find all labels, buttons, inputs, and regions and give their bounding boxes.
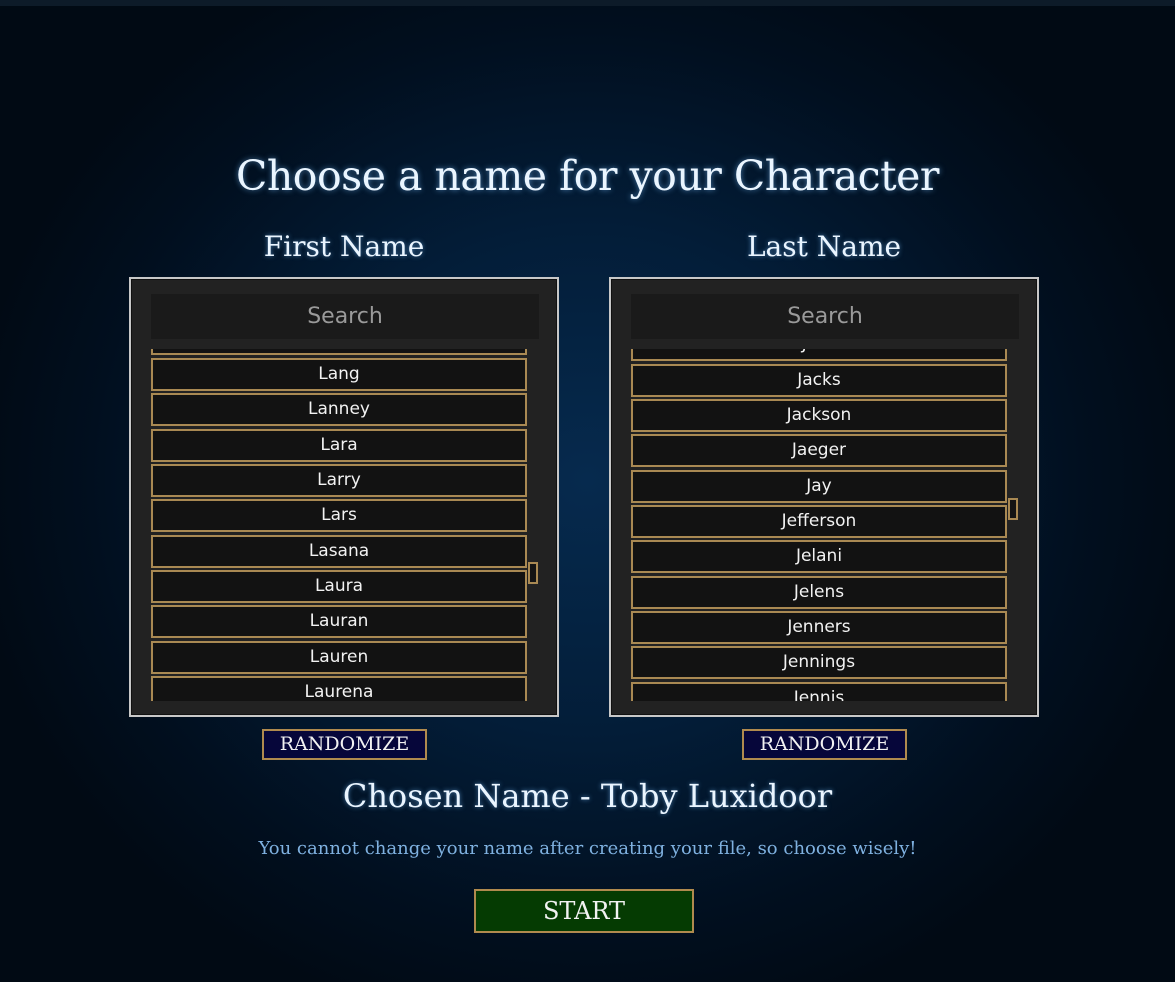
list-item[interactable]: Larry (151, 464, 527, 497)
chosen-name: Chosen Name - Toby Luxidoor (342, 777, 833, 815)
list-item[interactable]: Jenners (631, 611, 1007, 644)
first-name-panel: Lang Lanney Lara Larry Lars Lasana Laura… (129, 277, 559, 717)
last-name-list[interactable]: Jack Jacks Jackson Jaeger Jay Jefferson … (631, 349, 1007, 701)
list-item[interactable]: Jack (631, 349, 1007, 361)
list-item[interactable]: Lara (151, 429, 527, 462)
top-bar (0, 0, 1175, 6)
list-item[interactable]: Lang (151, 358, 527, 391)
list-item[interactable]: Lars (151, 499, 527, 532)
list-item[interactable]: Lauren (151, 641, 527, 674)
list-item[interactable]: Lasana (151, 535, 527, 568)
warning-text: You cannot change your name after creati… (258, 838, 917, 859)
first-name-label: First Name (263, 230, 425, 263)
list-item[interactable]: Jaeger (631, 434, 1007, 467)
list-item[interactable]: Jackson (631, 399, 1007, 432)
list-item[interactable] (151, 349, 527, 355)
first-name-scrollbar-thumb[interactable] (528, 562, 538, 584)
list-item[interactable]: Lanney (151, 393, 527, 426)
last-name-panel: Jack Jacks Jackson Jaeger Jay Jefferson … (609, 277, 1039, 717)
randomize-first-name-button[interactable]: RANDOMIZE (262, 729, 427, 760)
list-item[interactable]: Laurena (151, 676, 527, 701)
randomize-last-name-button[interactable]: RANDOMIZE (742, 729, 907, 760)
start-button[interactable]: START (474, 889, 694, 933)
first-name-search-input[interactable] (151, 294, 539, 339)
list-item[interactable]: Laura (151, 570, 527, 603)
page-title: Choose a name for your Character (236, 152, 939, 200)
last-name-search-input[interactable] (631, 294, 1019, 339)
list-item[interactable]: Jelani (631, 540, 1007, 573)
last-name-label: Last Name (746, 230, 902, 263)
first-name-list[interactable]: Lang Lanney Lara Larry Lars Lasana Laura… (151, 349, 527, 701)
list-item[interactable]: Jelens (631, 576, 1007, 609)
list-item[interactable]: Jacks (631, 364, 1007, 397)
list-item[interactable]: Jennings (631, 646, 1007, 679)
last-name-scrollbar-thumb[interactable] (1008, 498, 1018, 520)
list-item[interactable]: Jay (631, 470, 1007, 503)
list-item[interactable]: Jefferson (631, 505, 1007, 538)
list-item[interactable]: Jennis (631, 682, 1007, 701)
list-item[interactable]: Lauran (151, 605, 527, 638)
